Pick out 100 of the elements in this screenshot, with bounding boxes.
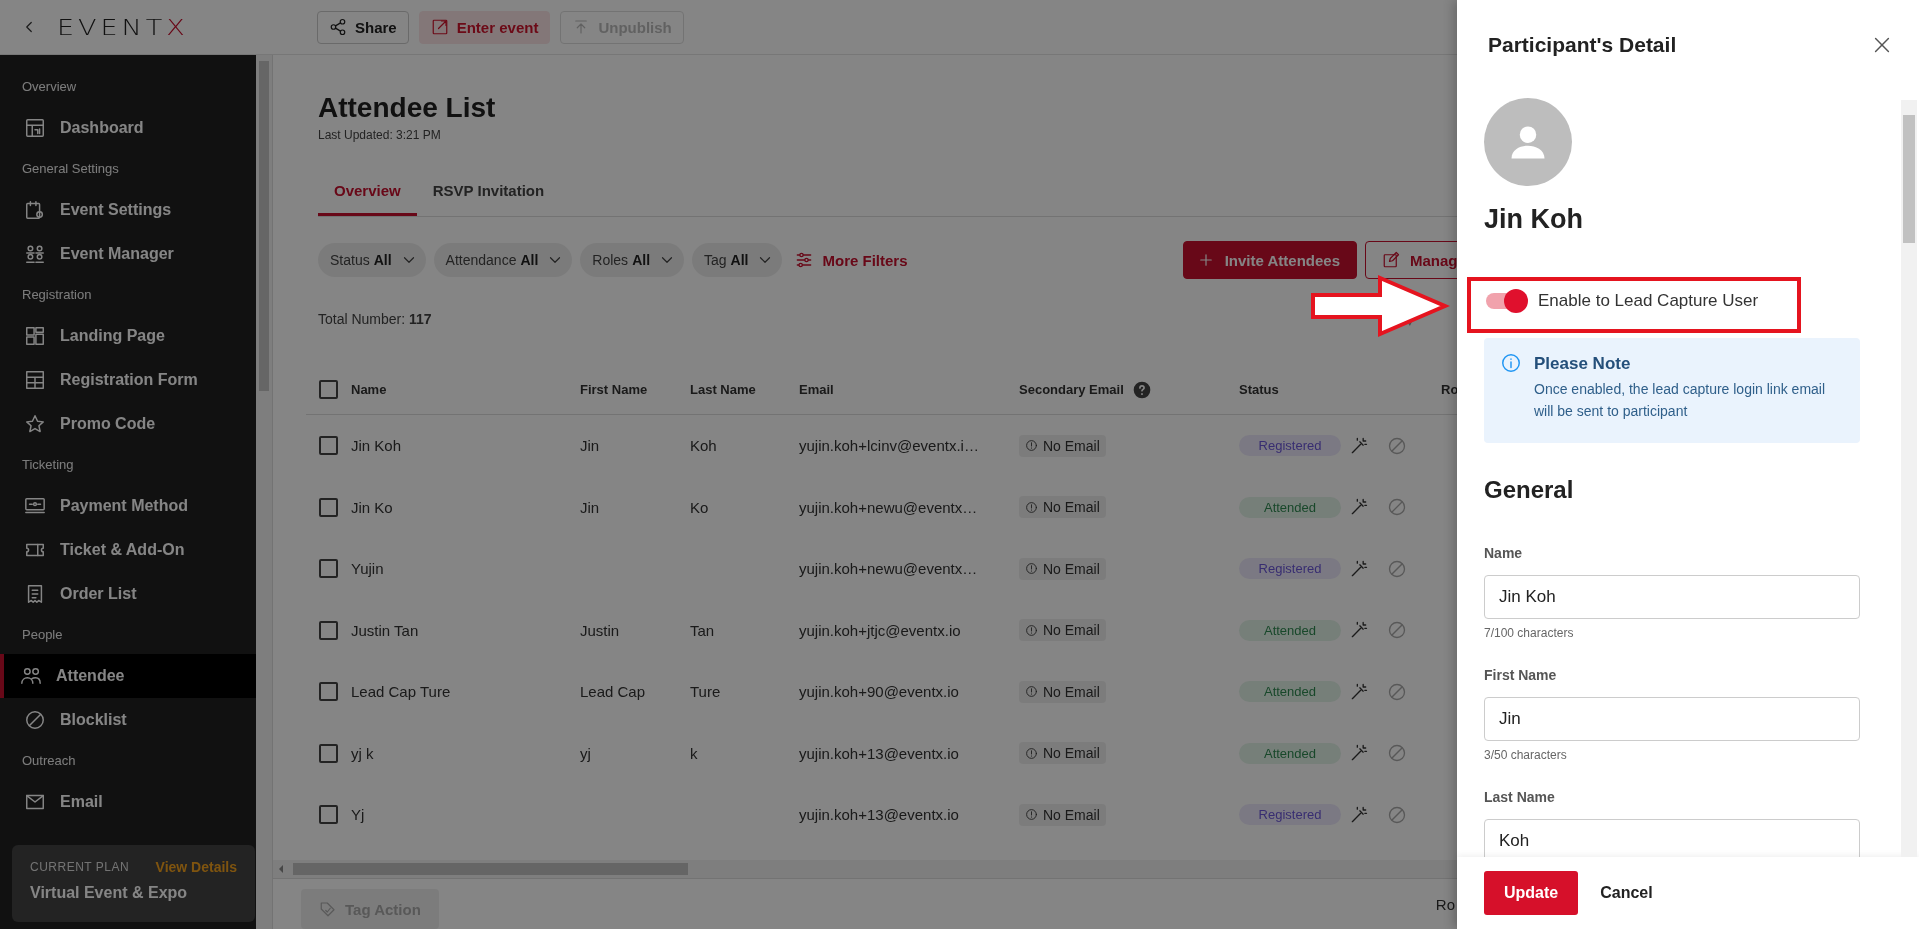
sidebar-item[interactable]: Order List (0, 572, 256, 616)
column-header: Name (351, 382, 387, 397)
checkbox[interactable] (319, 805, 338, 825)
table-cell: yj k (351, 744, 374, 762)
checkbox[interactable] (319, 497, 338, 517)
info-icon (1025, 746, 1038, 760)
status-tag: Attended (1239, 742, 1341, 764)
external-link-icon (430, 18, 449, 36)
column-header: First Name (580, 382, 648, 397)
sidebar-item[interactable]: Blocklist (0, 698, 256, 742)
tab[interactable]: Overview (318, 166, 417, 216)
people-icon (24, 243, 46, 265)
star-icon (24, 413, 46, 435)
block-icon (1387, 743, 1407, 764)
table-cell: k (690, 744, 698, 762)
tab[interactable]: RSVP Invitation (416, 166, 561, 216)
header-button[interactable]: Enter event (418, 10, 551, 44)
scrollbar[interactable] (1901, 100, 1917, 857)
table-cell: Justin Tan (351, 621, 419, 639)
table-cell: Yujin (351, 560, 384, 578)
last-updated: Last Updated: 3:21 PM (318, 128, 442, 142)
rows-label: Ro (1435, 895, 1455, 913)
sidebar-item[interactable]: Landing Page (0, 314, 256, 358)
no-email-tag: No Email (1019, 619, 1106, 642)
no-email-tag: No Email (1019, 496, 1106, 519)
block-icon (1387, 558, 1407, 579)
table-cell: Tan (690, 621, 715, 639)
scrollbar[interactable] (256, 55, 272, 929)
wand-icon (1349, 681, 1369, 702)
block-icon (1387, 497, 1407, 518)
tag-icon (319, 900, 337, 918)
text-field[interactable]: Koh (1484, 819, 1860, 857)
block-icon (1387, 681, 1407, 702)
wand-icon (1349, 435, 1369, 456)
sidebar-item[interactable]: Event Settings (0, 188, 256, 232)
table-cell: yujin.koh+jtjc@eventx.io (799, 621, 961, 639)
table-cell: Lead Cap (580, 683, 646, 701)
checkbox[interactable] (319, 559, 338, 579)
section-title: General (1484, 475, 1575, 505)
cancel-button[interactable]: Cancel (1600, 871, 1653, 915)
edit-icon (1382, 251, 1400, 269)
section-label: Overview (21, 78, 78, 96)
info-icon (1500, 352, 1522, 374)
sidebar-item[interactable]: Dashboard (0, 106, 256, 150)
share-icon (329, 18, 347, 36)
table-cell: Ko (690, 498, 709, 516)
sidebar-item[interactable]: Promo Code (0, 402, 256, 446)
checkbox[interactable] (319, 682, 338, 702)
info-icon (1025, 623, 1038, 637)
character-counter: 7/100 characters (1484, 626, 1575, 640)
help-icon (1131, 379, 1152, 400)
status-tag: Registered (1239, 558, 1341, 580)
table-cell: Jin Ko (351, 498, 393, 516)
status-tag: Attended (1239, 681, 1341, 703)
more-filters-button[interactable]: More Filters (790, 250, 912, 270)
update-button[interactable]: Update (1484, 871, 1579, 915)
scrollbar[interactable] (273, 860, 1457, 878)
total-number: Total Number: 117 (318, 311, 432, 327)
filter-dropdown[interactable]: Attendance All (433, 243, 573, 277)
sidebar-item[interactable]: Payment Method (0, 484, 256, 528)
filter-dropdown[interactable]: Tag All (692, 243, 783, 277)
sidebar-item[interactable]: Event Manager (0, 232, 256, 276)
sidebar-item[interactable]: Registration Form (0, 358, 256, 402)
participant-name: Jin Koh (1484, 203, 1584, 236)
toggle-label: Enable to Lead Capture User (1538, 291, 1759, 311)
sidebar-item[interactable]: Attendee (0, 654, 256, 698)
note-text: Once enabled, the lead capture login link email will be sent to participant (1534, 380, 1827, 421)
checkbox[interactable] (319, 436, 338, 456)
sidebar-item[interactable]: Email (0, 780, 256, 824)
filter-dropdown[interactable]: Roles All (580, 243, 684, 277)
field-label: First Name (1484, 667, 1558, 683)
header-button[interactable]: Share (317, 10, 409, 44)
sidebar-item[interactable]: Ticket & Add-On (0, 528, 256, 572)
table-cell: yujin.koh+newu@eventx… (799, 498, 978, 516)
info-icon (1025, 500, 1038, 514)
column-header: Secondary Email (1019, 382, 1124, 397)
table-cell: Justin (580, 621, 620, 639)
calendar-gear-icon (24, 199, 46, 221)
table-cell: yujin.koh+lcinv@eventx.i… (799, 437, 979, 455)
plan-name: Virtual Event & Expo (30, 884, 189, 902)
section-label: Outreach (21, 752, 77, 770)
checkbox[interactable] (319, 743, 338, 763)
action-button[interactable]: Invite Attendees (1182, 241, 1357, 279)
checkbox[interactable] (319, 620, 338, 640)
table-cell: yujin.koh+newu@eventx… (799, 560, 978, 578)
section-label: Ticketing (21, 456, 75, 474)
field-label: Last Name (1484, 789, 1556, 805)
filter-dropdown[interactable]: Status All (318, 243, 426, 277)
text-field[interactable]: Jin (1484, 697, 1860, 741)
page-title: Attendee List (318, 91, 497, 125)
table-cell: Jin (580, 437, 600, 455)
text-field[interactable]: Jin Koh (1484, 575, 1860, 619)
checkbox[interactable] (319, 380, 338, 399)
column-header: Status (1239, 382, 1279, 397)
table-icon (24, 369, 46, 391)
info-icon (1025, 439, 1038, 453)
wand-icon (1349, 558, 1369, 579)
section-label: General Settings (21, 160, 120, 178)
info-icon (1025, 562, 1038, 576)
no-email-tag: No Email (1019, 803, 1106, 826)
